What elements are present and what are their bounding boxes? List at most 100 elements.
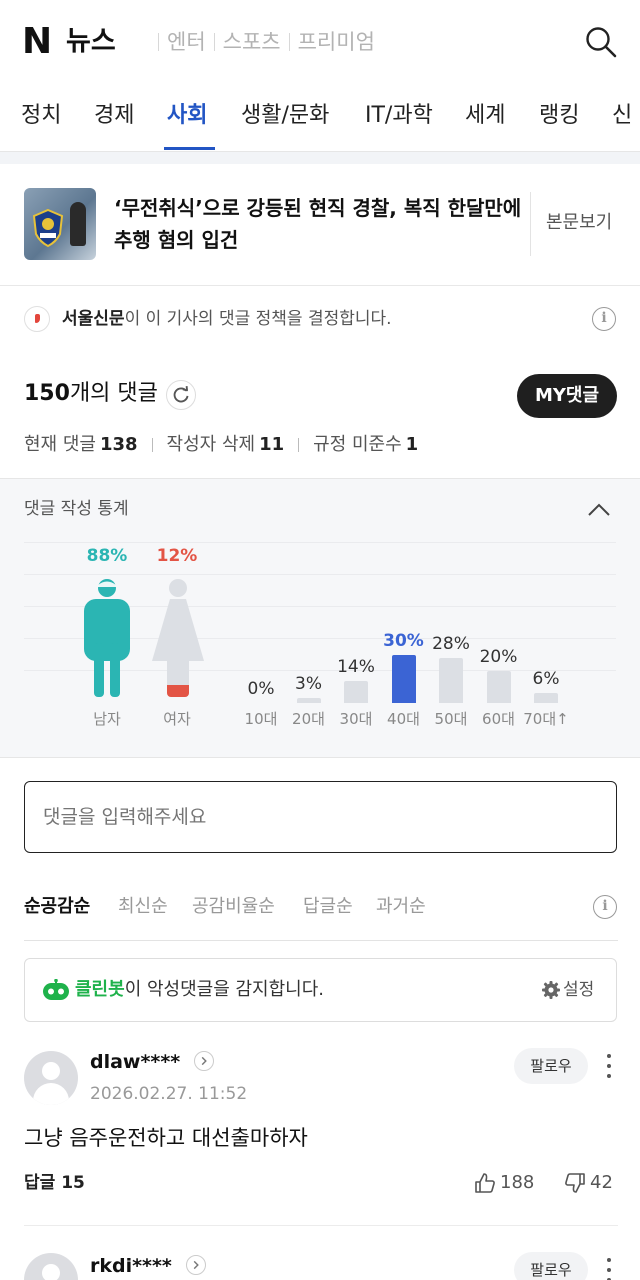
author-deleted-label: 작성자 삭제 <box>166 434 256 455</box>
police-badge-icon <box>32 208 64 248</box>
divider <box>213 33 215 51</box>
link-premium[interactable]: 프리미엄 <box>298 28 375 56</box>
chevron-right-icon[interactable] <box>186 1255 206 1275</box>
cleanbot-description: 이 악성댓글을 감지합니다. <box>124 979 325 1000</box>
age-bar-70s-plus <box>534 693 558 703</box>
divider <box>288 33 290 51</box>
comment-username[interactable]: rkdi**** <box>90 1253 172 1279</box>
comment-count: 150개의 댓글 <box>24 378 158 410</box>
settings-label: 설정 <box>563 980 595 1000</box>
thumbs-down-icon <box>565 1173 585 1193</box>
chevron-right-icon[interactable] <box>194 1051 214 1071</box>
male-percent: 88% <box>86 546 128 566</box>
article-title[interactable]: ‘무전취식’으로 강등된 현직 경찰, 복직 한달만에 추행 혐의 입건 <box>114 192 522 256</box>
female-percent: 12% <box>156 546 198 566</box>
link-sports[interactable]: 스포츠 <box>223 28 281 56</box>
tab-world[interactable]: 세계 <box>465 100 505 132</box>
age-bar-20s <box>296 698 321 703</box>
follow-button[interactable]: 팔로우 <box>514 1252 588 1280</box>
news-logo-text[interactable]: 뉴스 <box>66 24 116 60</box>
tab-economy[interactable]: 경제 <box>94 100 134 132</box>
follow-button[interactable]: 팔로우 <box>514 1048 588 1084</box>
view-article-button[interactable]: 본문보기 <box>546 210 612 236</box>
age-label-70s-plus: 70대↑ <box>523 710 569 728</box>
reply-button[interactable]: 답글 15 <box>24 1171 85 1195</box>
top-links: 엔터 스포츠 프리미엄 <box>150 28 375 56</box>
divider <box>158 33 159 51</box>
divider <box>151 438 153 452</box>
author-deleted-value: 11 <box>259 434 285 455</box>
tab-life-culture[interactable]: 생활/문화 <box>241 100 329 132</box>
publisher-name[interactable]: 서울신문 <box>62 309 125 329</box>
comment-policy: 서울신문이 이 기사의 댓글 정책을 결정합니다. i <box>24 306 618 332</box>
male-label: 남자 <box>93 710 121 728</box>
cleanbot-settings-button[interactable]: 설정 <box>541 977 594 1003</box>
stats-title: 댓글 작성 통계 <box>24 499 129 519</box>
tab-politics[interactable]: 정치 <box>21 100 61 132</box>
divider <box>24 1225 618 1226</box>
gear-icon <box>542 981 560 999</box>
age-bar-40s <box>391 655 416 703</box>
person-silhouette-icon <box>70 202 86 246</box>
comment-statistics-panel: 댓글 작성 통계 88% 12% 남자 여자 0% 10대 3% 20대 14% 30대 3… <box>0 478 640 758</box>
thumbs-up-icon <box>475 1173 495 1193</box>
divider <box>530 192 531 256</box>
comment-text: 그냥 음주운전하고 대선출마하자 <box>24 1126 308 1150</box>
article-card[interactable]: ‘무전취식’으로 강등된 현직 경찰, 복직 한달만에 추행 혐의 입건 본문보… <box>0 164 640 286</box>
policy-description: 이 이 기사의 댓글 정책을 결정합니다. <box>124 309 392 329</box>
sort-replies[interactable]: 답글순 <box>303 893 353 921</box>
dislike-button[interactable]: 42 <box>564 1171 613 1195</box>
tab-it-science[interactable]: IT/과학 <box>365 100 433 132</box>
info-icon[interactable]: i <box>593 895 617 919</box>
sort-latest[interactable]: 최신순 <box>118 893 168 921</box>
grid-line <box>24 574 616 575</box>
cleanbot-banner: 클린봇이 악성댓글을 감지합니다. 설정 <box>24 958 617 1022</box>
sort-recommended[interactable]: 순공감순 <box>24 893 90 921</box>
divider <box>298 438 300 452</box>
my-comments-button[interactable]: MY댓글 <box>517 374 617 418</box>
more-options-icon[interactable] <box>600 1052 618 1080</box>
age-percent-60s: 20% <box>479 647 518 667</box>
cleanbot-icon <box>43 979 69 1000</box>
link-entertainment[interactable]: 엔터 <box>167 28 206 56</box>
section-divider <box>0 152 640 164</box>
divider <box>24 940 618 941</box>
comment-count-suffix: 개의 댓글 <box>69 381 158 406</box>
comment-count-number: 150 <box>24 381 70 406</box>
age-percent-30s: 14% <box>337 657 375 677</box>
cleanbot-name[interactable]: 클린봇 <box>75 979 125 1000</box>
male-figure-icon <box>84 579 130 697</box>
naver-logo[interactable]: N <box>22 22 52 62</box>
female-label: 여자 <box>163 710 191 728</box>
info-icon[interactable]: i <box>592 307 616 331</box>
active-tab-indicator <box>164 147 215 150</box>
article-thumbnail[interactable] <box>24 188 96 260</box>
sort-agree-ratio[interactable]: 공감비율순 <box>192 893 275 921</box>
cleanbot-text: 클린봇이 악성댓글을 감지합니다. <box>75 977 324 1003</box>
policy-text: 서울신문이 이 기사의 댓글 정책을 결정합니다. <box>62 306 392 332</box>
violation-label: 규정 미준수 <box>313 434 402 455</box>
dislike-count: 42 <box>590 1172 613 1193</box>
comment-input[interactable] <box>24 781 617 853</box>
avatar[interactable] <box>24 1253 78 1280</box>
comment-date: 2026.02.27. 11:52 <box>90 1084 248 1104</box>
search-icon[interactable] <box>584 25 618 59</box>
female-figure-icon <box>152 579 204 697</box>
more-options-icon[interactable] <box>600 1256 618 1280</box>
grid-line <box>24 542 616 543</box>
refresh-icon[interactable] <box>166 380 196 410</box>
sort-oldest[interactable]: 과거순 <box>376 893 426 921</box>
publisher-logo-icon <box>24 306 50 332</box>
tab-partial[interactable]: 신 <box>612 100 632 132</box>
tab-society[interactable]: 사회 <box>167 100 207 132</box>
age-percent-70s-plus: 6% <box>532 669 560 689</box>
avatar[interactable] <box>24 1051 78 1105</box>
category-nav: 정치 경제 사회 생활/문화 IT/과학 세계 랭킹 신 <box>0 94 640 152</box>
age-bar-60s <box>486 671 511 703</box>
chevron-up-icon[interactable] <box>586 499 612 521</box>
current-comments-label: 현재 댓글 <box>24 434 96 455</box>
tab-ranking[interactable]: 랭킹 <box>539 100 579 132</box>
current-comments-value: 138 <box>99 434 138 455</box>
comment-username[interactable]: dlaw**** <box>90 1049 180 1075</box>
like-button[interactable]: 188 <box>474 1171 534 1195</box>
